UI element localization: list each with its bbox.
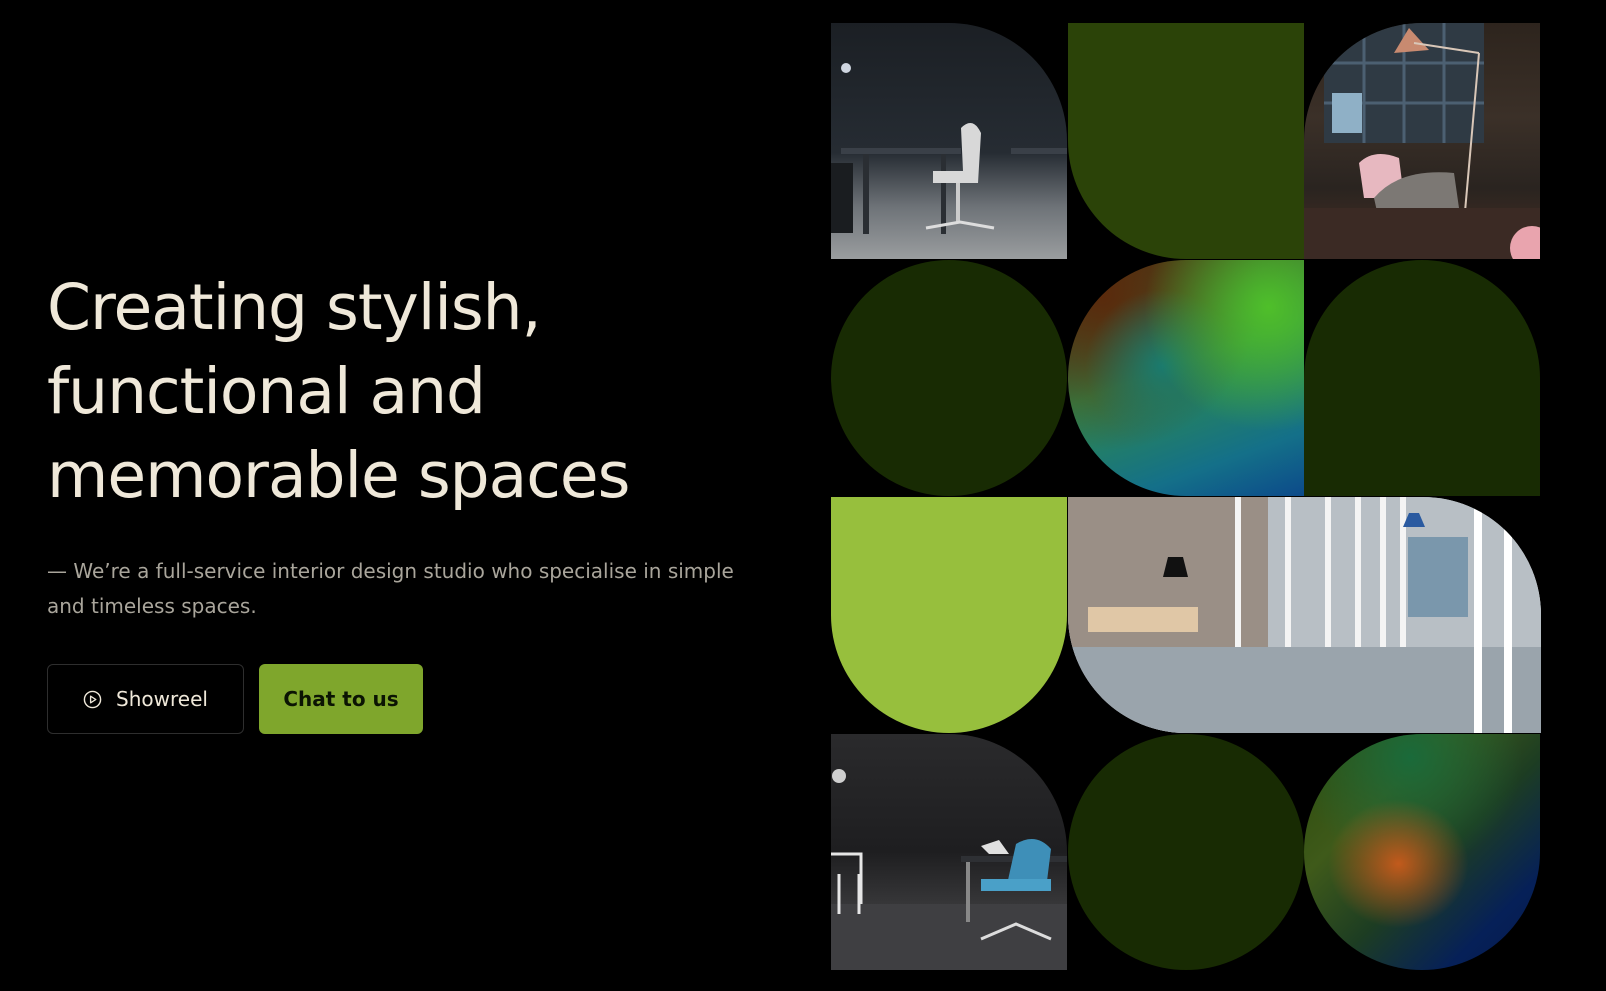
deep-green-quarter xyxy=(1304,260,1540,496)
chat-to-us-button[interactable]: Chat to us xyxy=(259,664,423,734)
gradient-orange-blue xyxy=(1304,734,1540,970)
hero-tagline: — We’re a full-service interior design s… xyxy=(47,559,734,618)
deep-green-circle xyxy=(831,260,1067,496)
glass-corridor-photo xyxy=(1068,497,1541,733)
gradient-green-teal xyxy=(1068,260,1304,496)
showreel-button[interactable]: Showreel xyxy=(47,664,244,734)
showreel-label: Showreel xyxy=(116,687,208,711)
blue-chair-desk-photo xyxy=(831,734,1067,970)
headline-line-3: memorable spaces xyxy=(47,439,630,512)
headline-line-1: Creating stylish, xyxy=(47,271,542,344)
play-circle-icon xyxy=(83,690,102,709)
hero-actions: Showreel Chat to us xyxy=(47,664,423,734)
hero-section: Creating stylish, functional and memorab… xyxy=(47,266,767,624)
lime-arch xyxy=(831,497,1067,733)
page-title: Creating stylish, functional and memorab… xyxy=(47,266,767,518)
image-mosaic xyxy=(831,23,1541,970)
lounge-lamp-photo xyxy=(1304,23,1540,259)
office-desk-photo xyxy=(831,23,1067,259)
deep-green-circle-2 xyxy=(1068,734,1304,970)
headline-line-2: functional and xyxy=(47,355,486,428)
dark-green-quarter xyxy=(1068,23,1304,259)
chat-label: Chat to us xyxy=(283,687,399,711)
